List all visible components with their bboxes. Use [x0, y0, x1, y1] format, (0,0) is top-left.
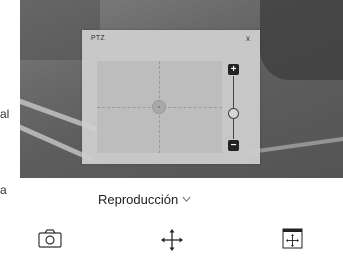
camera-icon [38, 229, 62, 248]
app-screen: al a PTZ x + − Reproducción [0, 0, 343, 265]
ptz-close-button[interactable]: x [246, 34, 250, 43]
playback-label: Reproducción [98, 192, 179, 207]
move-arrows-icon [161, 229, 183, 251]
ptz-panel-title: PTZ [91, 35, 105, 42]
ptz-panel: PTZ x + − [82, 30, 260, 164]
road-marking [250, 134, 343, 154]
snapshot-button[interactable] [38, 229, 62, 248]
ptz-window-icon [282, 228, 303, 249]
joystick-knob[interactable] [152, 100, 166, 114]
video-vehicle-area [260, 0, 343, 80]
playback-dropdown[interactable]: Reproducción [98, 192, 191, 207]
move-mode-button[interactable] [160, 228, 184, 252]
ptz-toggle-button[interactable] [282, 228, 303, 249]
zoom-slider-thumb[interactable] [228, 108, 239, 119]
ptz-joystick-pad[interactable] [97, 61, 222, 153]
left-edge-text: a [0, 183, 7, 197]
chevron-down-icon [182, 196, 191, 202]
zoom-in-button[interactable]: + [228, 64, 239, 75]
zoom-out-button[interactable]: − [228, 140, 239, 151]
left-edge-text: al [0, 107, 10, 121]
